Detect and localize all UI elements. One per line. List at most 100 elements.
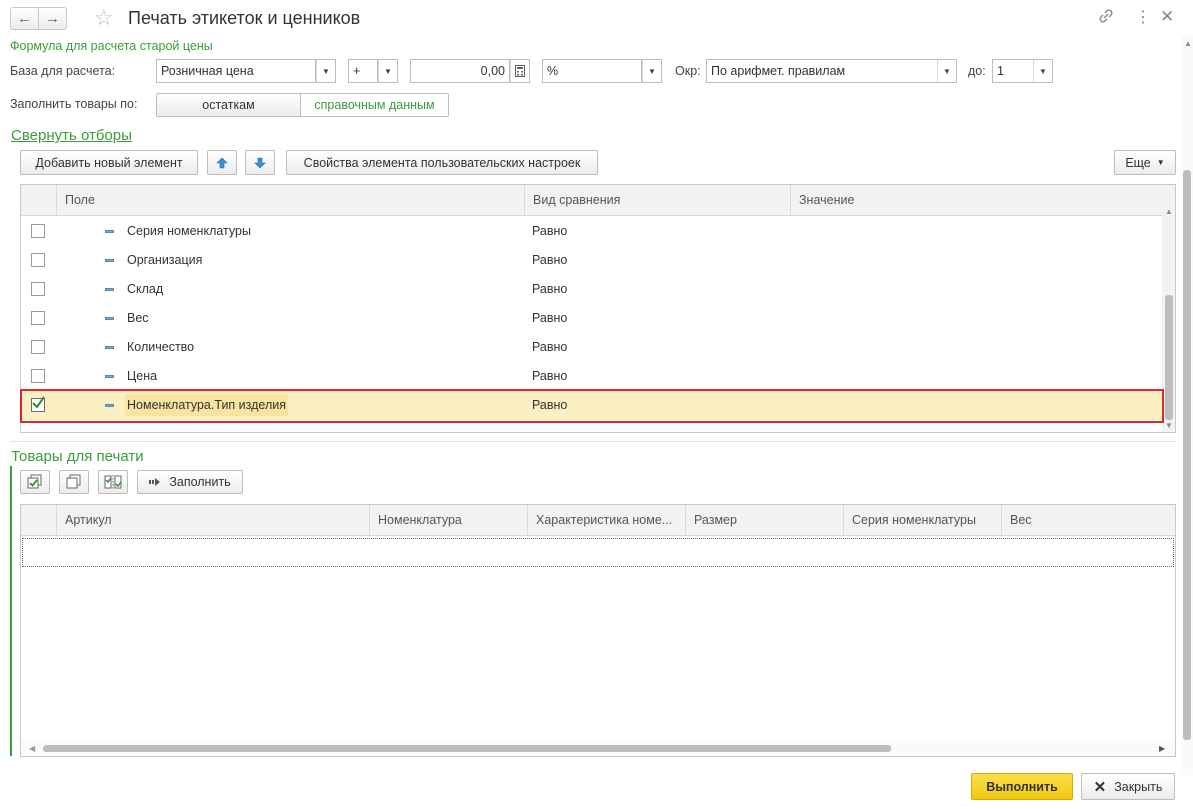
forward-button[interactable]: → xyxy=(38,7,67,30)
column-series[interactable]: Серия номенклатуры xyxy=(843,505,1001,535)
column-characteristic[interactable]: Характеристика номе... xyxy=(527,505,685,535)
move-up-button[interactable] xyxy=(207,150,237,175)
uncheck-all-button[interactable] xyxy=(59,470,89,494)
arrow-right-icon: → xyxy=(45,10,60,27)
back-button[interactable]: ← xyxy=(10,7,39,30)
filter-checkbox[interactable] xyxy=(31,282,45,296)
column-nomenclature[interactable]: Номенклатура xyxy=(369,505,527,535)
scrollbar-thumb[interactable] xyxy=(43,745,891,752)
filter-comparison[interactable]: Равно xyxy=(532,333,567,362)
field-item-icon xyxy=(105,259,114,262)
field-item-icon xyxy=(105,288,114,291)
page-title: Печать этикеток и ценников xyxy=(128,8,361,28)
check-all-button[interactable] xyxy=(20,470,50,494)
unit-dropdown-icon[interactable]: ▼ xyxy=(642,59,662,83)
filter-row[interactable]: Вес Равно xyxy=(21,304,1162,333)
form-scrollbar[interactable]: ▲ xyxy=(1181,35,1193,775)
column-field[interactable]: Поле xyxy=(56,185,524,216)
fill-label: Заполнить товары по: xyxy=(10,97,138,111)
close-x-icon: ✕ xyxy=(1093,778,1107,796)
operator-dropdown-icon[interactable]: ▼ xyxy=(378,59,398,83)
empty-row-focus[interactable] xyxy=(22,538,1174,567)
filter-field[interactable]: Серия номенклатуры xyxy=(127,217,251,246)
filter-comparison[interactable]: Равно xyxy=(532,362,567,391)
check-all-icon xyxy=(27,474,42,489)
scroll-left-arrow-icon[interactable]: ◀ xyxy=(29,744,35,753)
filter-field[interactable]: Цена xyxy=(127,362,157,391)
filter-checkbox[interactable] xyxy=(31,311,45,325)
fill-goods-button[interactable]: Заполнить xyxy=(137,470,243,494)
column-comparison[interactable]: Вид сравнения xyxy=(524,185,790,216)
add-element-button[interactable]: Добавить новый элемент xyxy=(20,150,198,175)
operator-field[interactable]: + xyxy=(348,59,378,83)
collapse-filters-link[interactable]: Свернуть отборы xyxy=(11,127,132,144)
filter-checkbox[interactable] xyxy=(31,340,45,354)
formula-label: Формула для расчета старой цены xyxy=(10,39,213,53)
fill-by-reference-button[interactable]: справочным данным xyxy=(300,93,449,117)
calculator-icon[interactable] xyxy=(510,59,530,83)
scroll-up-arrow-icon[interactable]: ▲ xyxy=(1184,39,1192,48)
amount-field[interactable]: 0,00 xyxy=(410,59,510,83)
close-button[interactable]: ✕ Закрыть xyxy=(1081,773,1175,800)
to-dropdown-icon[interactable]: ▼ xyxy=(1033,59,1053,83)
arrow-down-icon xyxy=(254,157,266,168)
scroll-down-arrow-icon[interactable]: ▼ xyxy=(1165,421,1173,430)
field-item-icon xyxy=(105,375,114,378)
base-field[interactable]: Розничная цена xyxy=(156,59,316,83)
scrollbar-thumb[interactable] xyxy=(1183,170,1191,740)
highlight-frame xyxy=(20,389,1164,423)
filter-checkbox[interactable] xyxy=(31,253,45,267)
scrollbar-thumb[interactable] xyxy=(1165,295,1173,420)
filter-row[interactable]: Серия номенклатуры Равно xyxy=(21,217,1162,246)
field-item-icon xyxy=(105,317,114,320)
field-item-icon xyxy=(105,346,114,349)
filter-comparison[interactable]: Равно xyxy=(532,304,567,333)
filter-checkbox[interactable] xyxy=(31,224,45,238)
filter-row[interactable]: Цена Равно xyxy=(21,362,1162,391)
filter-field[interactable]: Вес xyxy=(127,304,149,333)
filter-comparison[interactable]: Равно xyxy=(532,246,567,275)
scroll-right-arrow-icon[interactable]: ▶ xyxy=(1159,744,1165,753)
goods-table[interactable]: Артикул Номенклатура Характеристика номе… xyxy=(20,504,1176,757)
element-properties-button[interactable]: Свойства элемента пользовательских настр… xyxy=(286,150,598,175)
toggle-checks-icon xyxy=(104,475,122,489)
more-button[interactable]: Еще ▼ xyxy=(1114,150,1176,175)
fill-by-stock-button[interactable]: остаткам xyxy=(156,93,301,117)
scroll-up-arrow-icon[interactable]: ▲ xyxy=(1165,207,1173,216)
round-label: Окр: xyxy=(675,64,701,78)
to-field[interactable]: 1 xyxy=(992,59,1034,83)
close-button-label: Закрыть xyxy=(1114,779,1163,794)
more-vertical-icon[interactable]: ⋮ xyxy=(1135,7,1151,27)
execute-button[interactable]: Выполнить xyxy=(971,773,1073,800)
filter-row[interactable]: Организация Равно xyxy=(21,246,1162,275)
filter-comparison[interactable]: Равно xyxy=(532,275,567,304)
round-dropdown-icon[interactable]: ▼ xyxy=(937,59,957,83)
column-value[interactable]: Значение xyxy=(790,185,1162,216)
filter-checkbox[interactable] xyxy=(31,369,45,383)
column-size[interactable]: Размер xyxy=(685,505,843,535)
goods-section-title[interactable]: Товары для печати xyxy=(11,448,144,465)
move-down-button[interactable] xyxy=(245,150,275,175)
round-field[interactable]: По арифмет. правилам xyxy=(706,59,938,83)
favorite-star-icon[interactable]: ☆ xyxy=(94,5,114,31)
filter-field[interactable]: Организация xyxy=(127,246,202,275)
column-weight[interactable]: Вес xyxy=(1001,505,1175,535)
column-article[interactable]: Артикул xyxy=(56,505,369,535)
close-window-icon[interactable]: ✕ xyxy=(1160,7,1174,27)
link-icon[interactable] xyxy=(1098,8,1114,29)
toggle-checks-button[interactable] xyxy=(98,470,128,494)
filter-comparison[interactable]: Равно xyxy=(532,217,567,246)
more-button-label: Еще xyxy=(1125,155,1151,170)
section-accent-bar xyxy=(10,466,12,756)
base-dropdown-icon[interactable]: ▼ xyxy=(316,59,336,83)
chevron-down-icon: ▼ xyxy=(1156,158,1165,167)
uncheck-all-icon xyxy=(66,474,81,489)
filter-row[interactable]: Склад Равно xyxy=(21,275,1162,304)
filters-scrollbar[interactable]: ▲ ▼ xyxy=(1162,185,1175,432)
goods-hscrollbar[interactable]: ◀ ▶ xyxy=(21,741,1175,756)
fill-goods-label: Заполнить xyxy=(169,475,231,489)
filter-row[interactable]: Количество Равно xyxy=(21,333,1162,362)
filter-field[interactable]: Количество xyxy=(127,333,194,362)
unit-field[interactable]: % xyxy=(542,59,642,83)
filter-field[interactable]: Склад xyxy=(127,275,163,304)
